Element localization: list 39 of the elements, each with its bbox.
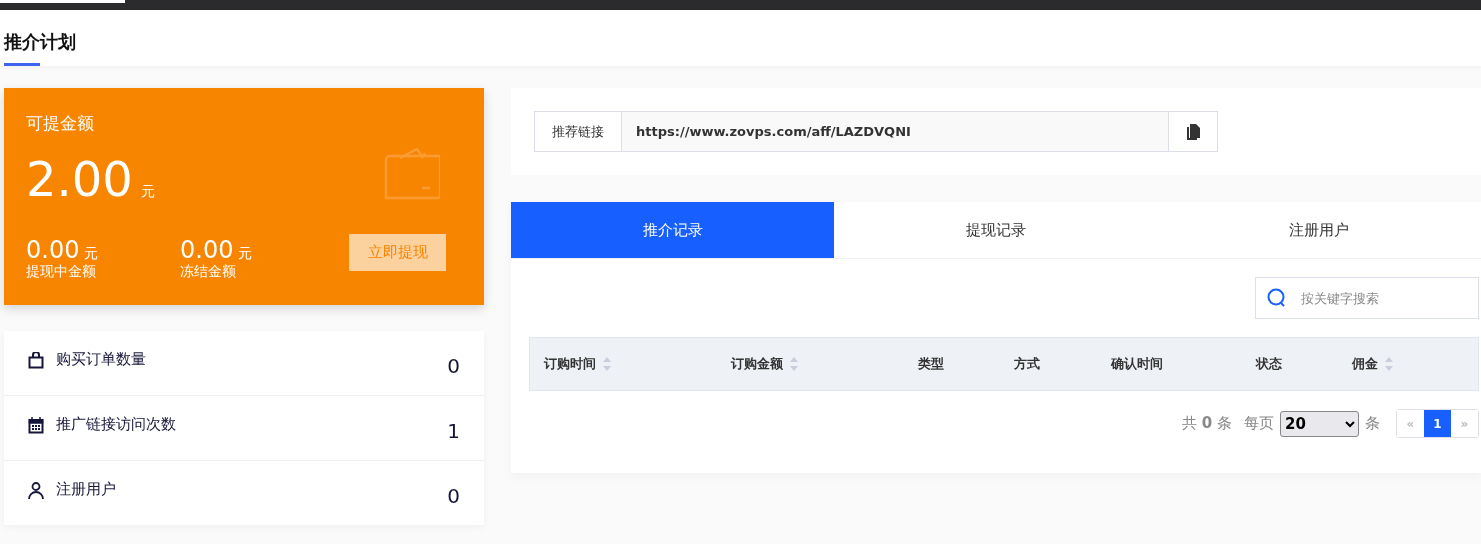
stat-value: 0 [447,354,460,378]
column-header: 方式 [1014,355,1040,373]
column-header: 状态 [1256,355,1282,373]
page-button[interactable]: 1 [1424,410,1451,437]
currency-unit: 元 [238,245,253,263]
stat-label: 购买订单数量 [56,350,146,369]
column-header: 确认时间 [1111,355,1163,373]
page-title: 推介计划 [4,30,77,54]
column-header: 订购时间 [544,355,596,373]
search-icon [1267,288,1287,308]
calendar-icon [28,417,44,434]
column-header: 类型 [918,355,944,373]
tab[interactable]: 推介记录 [511,202,835,258]
currency-unit: 元 [140,183,155,201]
sub-amount: 0.00 [26,237,80,263]
per-page-select[interactable]: 20 [1280,410,1359,437]
tab[interactable]: 注册用户 [1157,202,1481,258]
column-header: 佣金 [1352,355,1378,373]
stat-value: 0 [447,484,460,508]
per-page-unit: 条 [1365,414,1380,433]
shopping-bag-icon [28,352,44,369]
balance-label: 可提金额 [26,112,95,135]
sort-icon[interactable] [1384,356,1394,372]
sort-icon[interactable] [789,356,799,372]
sub-amount-label: 冻结金额 [180,263,237,281]
stat-label: 注册用户 [56,480,116,499]
wallet-icon [384,148,440,200]
sub-amount: 0.00 [180,237,234,263]
total-count: 共 0 条 [1182,414,1232,433]
currency-unit: 元 [84,245,99,263]
column-header: 订购金额 [731,355,783,373]
per-page-label: 每页 [1244,414,1274,433]
stat-value: 1 [447,419,460,443]
user-icon [28,482,44,499]
sub-amount-label: 提现中金额 [26,263,97,281]
sort-icon[interactable] [602,356,612,372]
search-field[interactable]: 按关键字搜索 [1255,277,1479,319]
balance-amount: 2.00 [26,151,133,207]
stat-label: 推广链接访问次数 [56,415,176,434]
